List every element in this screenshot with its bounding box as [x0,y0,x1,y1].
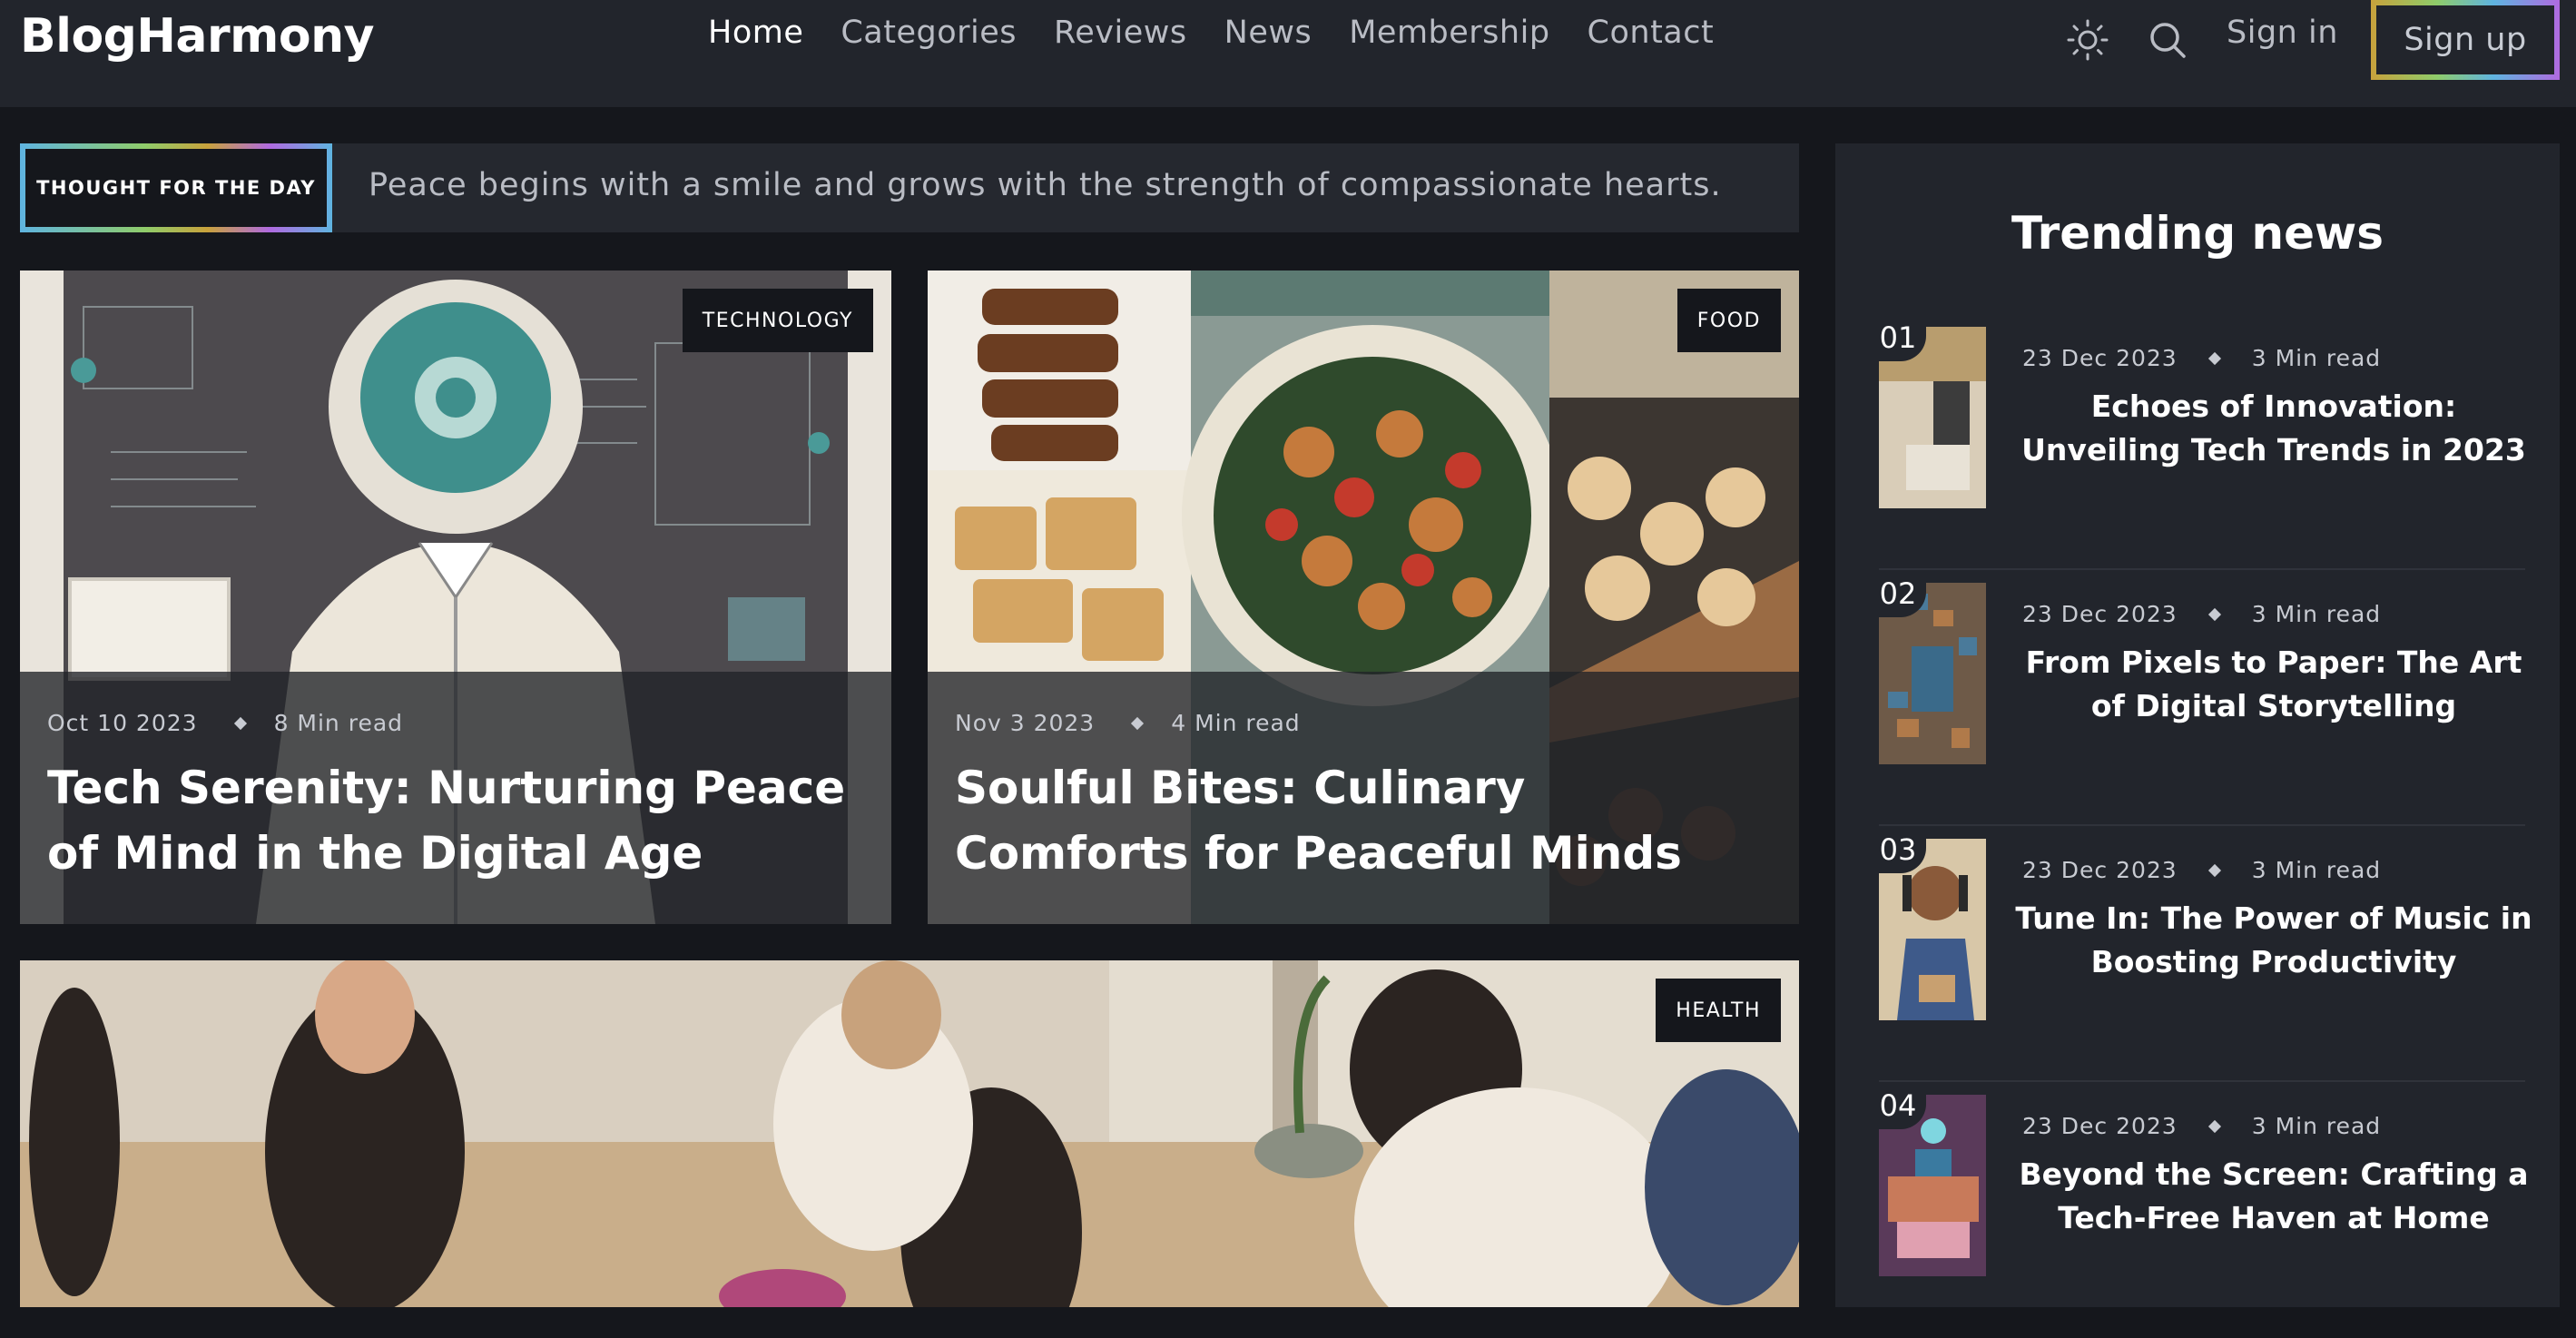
trending-item[interactable]: 04 23 Dec 2023 3 Min read Beyond the Scr… [1870,1082,2529,1338]
trending-headline[interactable]: Beyond the Screen: Crafting a Tech-Free … [2015,1153,2532,1240]
trending-item[interactable]: 02 23 Dec 2023 3 Min read From Pixels to… [1870,570,2525,826]
site-header: BlogHarmony Home Categories Reviews News… [0,0,2576,107]
trending-meta: 23 Dec 2023 3 Min read [2022,857,2381,883]
card-title[interactable]: Soulful Bites: Culinary Comforts for Pea… [955,755,1772,886]
nav-reviews[interactable]: Reviews [1054,15,1187,51]
card-meta: Oct 10 2023 8 Min read [47,710,403,736]
card-readtime: 4 Min read [1171,710,1301,736]
trending-readtime: 3 Min read [2251,1113,2382,1139]
category-badge[interactable]: HEALTH [1656,979,1781,1042]
trending-number: 04 [1870,1082,1926,1129]
card-date: Nov 3 2023 [955,710,1096,736]
trending-date: 23 Dec 2023 [2022,601,2178,627]
trending-sidebar: Trending news 01 23 Dec 2023 3 Min read … [1835,143,2560,1307]
card-date: Oct 10 2023 [47,710,198,736]
nav-membership[interactable]: Membership [1349,15,1549,51]
trending-item[interactable]: 03 23 Dec 2023 3 Min read Tune In: The P… [1870,826,2532,1082]
trending-readtime: 3 Min read [2251,601,2382,627]
featured-card-health[interactable]: HEALTH [20,960,1799,1307]
trending-item[interactable]: 01 23 Dec 2023 3 Min read Echoes of Inno… [1870,314,2526,570]
meta-separator-icon [2207,351,2221,365]
trending-number: 02 [1870,570,1926,617]
trending-headline[interactable]: From Pixels to Paper: The Art of Digital… [2015,641,2532,728]
trending-readtime: 3 Min read [2251,857,2382,883]
category-badge[interactable]: TECHNOLOGY [682,289,873,352]
trending-meta: 23 Dec 2023 3 Min read [2022,345,2381,371]
signin-link[interactable]: Sign in [2227,15,2338,51]
meta-separator-icon [2207,607,2221,621]
thought-bar: THOUGHT FOR THE DAY Peace begins with a … [20,143,1799,232]
meta-separator-icon [2207,1119,2221,1133]
thought-text: Peace begins with a smile and grows with… [369,167,1722,203]
site-logo[interactable]: BlogHarmony [20,9,374,64]
trending-date: 23 Dec 2023 [2022,1113,2178,1139]
trending-title: Trending news [2011,207,2384,260]
card-title[interactable]: Tech Serenity: Nurturing Peace of Mind i… [47,755,864,886]
card-meta: Nov 3 2023 4 Min read [955,710,1301,736]
trending-readtime: 3 Min read [2251,345,2382,371]
thought-tag-label: THOUGHT FOR THE DAY [25,149,327,227]
trending-headline[interactable]: Echoes of Innovation: Unveiling Tech Tre… [2015,385,2532,472]
main-nav: Home Categories Reviews News Membership … [708,15,1751,51]
nav-news[interactable]: News [1224,15,1313,51]
nav-categories[interactable]: Categories [841,15,1017,51]
thought-tag: THOUGHT FOR THE DAY [20,143,332,232]
featured-card-technology[interactable]: TECHNOLOGY Oct 10 2023 8 Min read Tech S… [20,271,891,924]
meta-separator-icon [1131,716,1145,730]
meta-separator-icon [233,716,247,730]
sun-icon[interactable] [2064,16,2111,64]
signup-button[interactable]: Sign up [2371,0,2560,80]
trending-date: 23 Dec 2023 [2022,857,2178,883]
category-badge[interactable]: FOOD [1676,289,1781,352]
trending-meta: 23 Dec 2023 3 Min read [2022,601,2381,627]
trending-meta: 23 Dec 2023 3 Min read [2022,1113,2381,1139]
card-image [20,960,1799,1307]
search-icon[interactable] [2144,16,2191,64]
featured-card-food[interactable]: FOOD Nov 3 2023 4 Min read Soulful Bites… [928,271,1799,924]
nav-home[interactable]: Home [708,15,803,51]
trending-number: 03 [1870,826,1926,873]
nav-contact[interactable]: Contact [1588,15,1715,51]
trending-headline[interactable]: Tune In: The Power of Music in Boosting … [2015,897,2532,984]
trending-date: 23 Dec 2023 [2022,345,2178,371]
trending-number: 01 [1870,314,1926,361]
card-readtime: 8 Min read [273,710,404,736]
signup-label: Sign up [2376,5,2554,74]
meta-separator-icon [2207,863,2221,877]
